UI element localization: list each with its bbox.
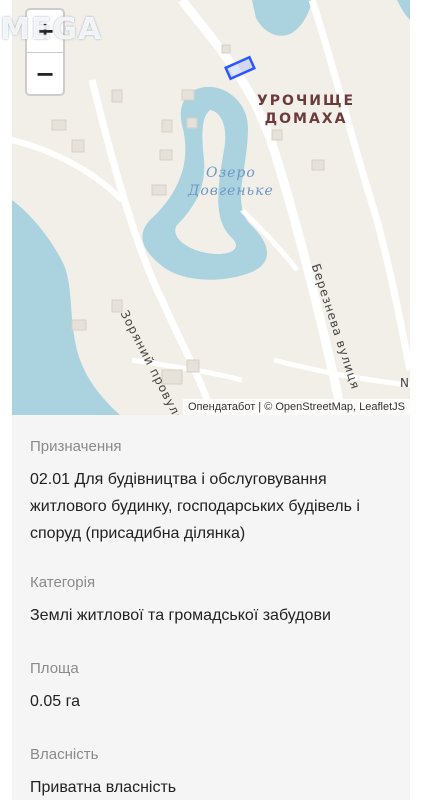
field-area-value: 0.05 га [30,693,80,710]
place-label-line2: ДОМАХА [264,111,348,127]
field-area-label: Площа [30,660,79,677]
field-area: Площа 0.05 га [30,659,400,715]
lake-label: Озеро Довгеньке [188,164,274,200]
road-left [12,137,125,203]
page-margin-left [0,0,12,800]
map-attribution[interactable]: Опендатабот | © OpenStreetMap, LeafletJS [182,399,410,415]
lake-label-line1: Озеро [206,165,256,181]
field-ownership-label: Власність [30,746,99,763]
field-purpose-label: Призначення [30,438,122,455]
page-margin-right [410,0,422,800]
water-topright [397,0,410,20]
parcel-info-panel: Призначення 02.01 Для будівництва і обсл… [12,415,410,800]
field-category: Категорія Землі житлової та громадської … [30,573,400,629]
water-left [12,200,120,415]
field-category-value: Землі житлової та громадської забудови [30,607,331,624]
road-diagonal-1 [178,0,347,415]
lake-label-line2: Довгеньке [188,183,274,199]
place-label: УРОЧИЩЕ ДОМАХА [257,92,355,128]
field-ownership-value: Приватна власність [30,779,177,796]
field-purpose-value-line: споруд (присадибна ділянка) [30,525,246,542]
mega-logo: MEGA [0,12,103,47]
map-view[interactable]: + − УРОЧИЩЕ ДОМАХА Озеро Довгеньке Зорян… [12,0,410,415]
map-edge-label: N [400,376,410,390]
field-category-label: Категорія [30,574,96,591]
place-label-line1: УРОЧИЩЕ [257,93,356,109]
field-purpose-value-line: житлового будинку, господарських будівел… [30,498,360,515]
field-purpose: Призначення 02.01 Для будівництва і обсл… [30,437,400,547]
field-purpose-value-line: 02.01 Для будівництва і обслуговування [30,471,327,488]
field-purpose-value: 02.01 Для будівництва і обслуговування ж… [30,466,400,547]
field-ownership: Власність Приватна власність [30,745,400,801]
water-top [252,0,312,36]
zoom-out-button[interactable]: − [27,53,63,95]
